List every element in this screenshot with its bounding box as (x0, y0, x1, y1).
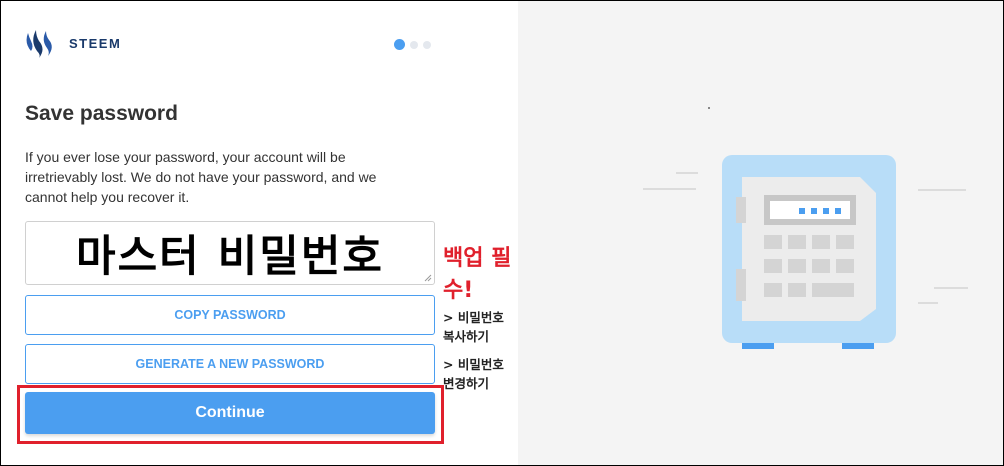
page-title: Save password (25, 102, 178, 125)
copy-password-button[interactable]: COPY PASSWORD (25, 295, 435, 335)
step-dot-1 (394, 39, 405, 50)
steem-logo-icon (26, 30, 52, 58)
step-dot-3 (423, 40, 431, 49)
form-panel: STEEM Save password If you ever lose you… (1, 1, 518, 465)
brand-name: STEEM (69, 35, 122, 51)
change-password-note: > 비밀번호 변경하기 (443, 357, 504, 391)
step-dot-2 (410, 40, 418, 49)
illustration-panel (518, 1, 1003, 465)
copy-password-note: > 비밀번호 복사하기 (443, 310, 504, 344)
continue-button[interactable]: Continue (25, 392, 435, 434)
page-description: If you ever lose your password, your acc… (25, 149, 377, 205)
resize-grip-icon[interactable] (424, 274, 432, 282)
password-field[interactable]: 마스터 비밀번호 (25, 221, 435, 285)
brand-logo: STEEM (25, 27, 121, 59)
safe-icon (643, 107, 968, 349)
step-indicator (394, 39, 431, 50)
password-value: 마스터 비밀번호 (76, 232, 384, 282)
generate-password-button[interactable]: GENERATE A NEW PASSWORD (25, 344, 435, 384)
window-frame: STEEM Save password If you ever lose you… (0, 0, 1004, 466)
backup-required-note: 백업 필수! (443, 246, 512, 303)
